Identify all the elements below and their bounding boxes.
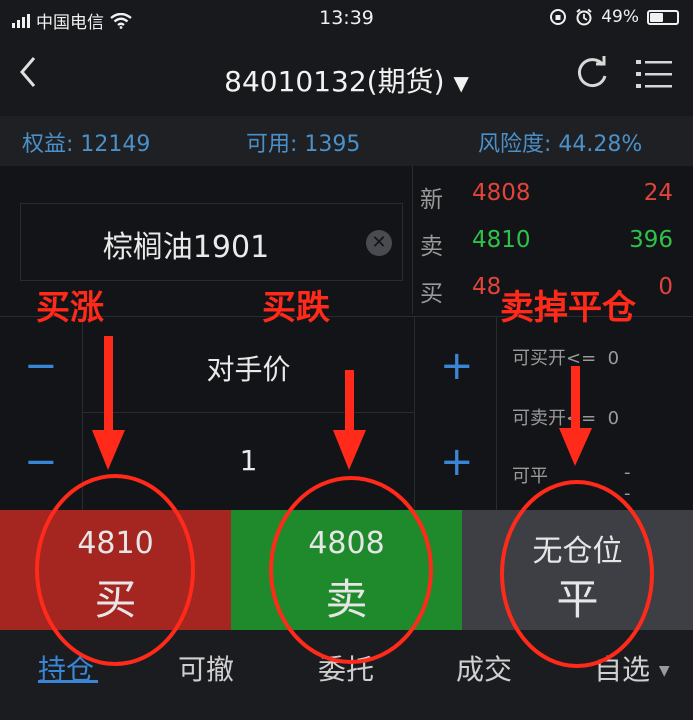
- quote-volume: 0: [658, 274, 673, 300]
- can-buy-open-value: 0: [607, 348, 620, 369]
- divider: [82, 316, 83, 510]
- quote-volume: 24: [643, 180, 673, 206]
- divider: [414, 316, 415, 510]
- contract-name: 棕榈油1901: [102, 230, 270, 265]
- clear-icon[interactable]: ✕: [366, 230, 392, 256]
- tab-trades[interactable]: 成交: [456, 648, 512, 688]
- can-close: 可平 --: [512, 462, 631, 504]
- tab-orders[interactable]: 委托: [318, 648, 374, 688]
- quote-price: 4808: [472, 180, 531, 206]
- tab-watchlist[interactable]: 自选 ▼: [594, 648, 670, 688]
- alarm-icon: [576, 8, 592, 26]
- equity-label: 权益:: [22, 132, 74, 157]
- equity: 权益: 12149: [22, 126, 150, 158]
- account-info: 权益: 12149 可用: 1395 风险度: 44.28%: [0, 116, 693, 166]
- dropdown-triangle-icon[interactable]: ▼: [453, 71, 468, 95]
- buy-button[interactable]: 4810 买: [0, 510, 231, 630]
- active-tab-indicator: [38, 680, 98, 683]
- quote-volume: 396: [629, 227, 673, 253]
- close-status: 无仓位: [532, 534, 623, 569]
- tab-cancellable[interactable]: 可撤: [178, 648, 234, 688]
- available-label: 可用:: [246, 132, 298, 157]
- quote-label: 新: [420, 187, 443, 213]
- refresh-icon[interactable]: [572, 52, 612, 92]
- battery-percent: 49%: [601, 7, 639, 27]
- qty-plus-button[interactable]: +: [440, 442, 474, 482]
- menu-list-icon[interactable]: [636, 58, 672, 90]
- equity-value: 12149: [80, 132, 151, 157]
- can-close-value: --: [624, 462, 631, 504]
- annotation-sell-close: 卖掉平仓: [500, 288, 636, 328]
- bottom-tabs: 持仓 可撤 委托 成交 自选 ▼: [0, 630, 693, 720]
- sell-price: 4808: [308, 526, 385, 561]
- close-label: 平: [556, 575, 599, 624]
- quote-price: 48: [472, 274, 502, 300]
- risk: 风险度: 44.28%: [478, 126, 642, 158]
- annotation-buy-down: 买跌: [262, 288, 330, 328]
- can-buy-open-label: 可买开<=: [512, 348, 597, 369]
- contract-selector[interactable]: 棕榈油1901 ✕: [20, 203, 403, 281]
- available: 可用: 1395: [246, 126, 360, 158]
- quote-row-latest: 新 4808 24: [412, 170, 693, 217]
- can-sell-open-value: 0: [607, 408, 620, 429]
- battery-icon: [647, 9, 679, 25]
- can-sell-open: 可卖开<= 0: [512, 404, 619, 430]
- account-title-text: 84010132(期货): [224, 65, 445, 98]
- close-position-button[interactable]: 无仓位 平: [462, 510, 693, 630]
- sell-button[interactable]: 4808 卖: [231, 510, 462, 630]
- can-buy-open: 可买开<= 0: [512, 344, 619, 370]
- risk-value: 44.28%: [558, 132, 643, 157]
- buy-price: 4810: [77, 526, 154, 561]
- quantity-field[interactable]: 1: [83, 444, 414, 477]
- quote-label: 买: [420, 281, 443, 307]
- tab-watchlist-label: 自选: [594, 653, 651, 686]
- price-plus-button[interactable]: +: [440, 346, 474, 386]
- sell-label: 卖: [325, 575, 368, 624]
- qty-minus-button[interactable]: −: [24, 442, 58, 482]
- price-type-field[interactable]: 对手价: [83, 348, 414, 388]
- dropdown-triangle-icon: ▼: [658, 663, 670, 679]
- risk-label: 风险度:: [478, 132, 552, 157]
- can-sell-open-label: 可卖开<=: [512, 408, 597, 429]
- orientation-lock-icon: [550, 9, 567, 25]
- annotation-buy-up: 买涨: [36, 288, 104, 328]
- status-bar: 中国电信 13:39 49%: [0, 0, 693, 38]
- price-minus-button[interactable]: −: [24, 346, 58, 386]
- available-value: 1395: [304, 132, 361, 157]
- status-right: 49%: [549, 7, 679, 27]
- divider: [82, 412, 414, 413]
- quote-row-ask: 卖 4810 396: [412, 217, 693, 264]
- quote-label: 卖: [420, 234, 443, 260]
- nav-bar: 84010132(期货) ▼: [0, 38, 693, 116]
- buy-label: 买: [94, 575, 137, 624]
- divider: [496, 316, 497, 510]
- can-close-label: 可平: [512, 466, 548, 487]
- quote-price: 4810: [472, 227, 531, 253]
